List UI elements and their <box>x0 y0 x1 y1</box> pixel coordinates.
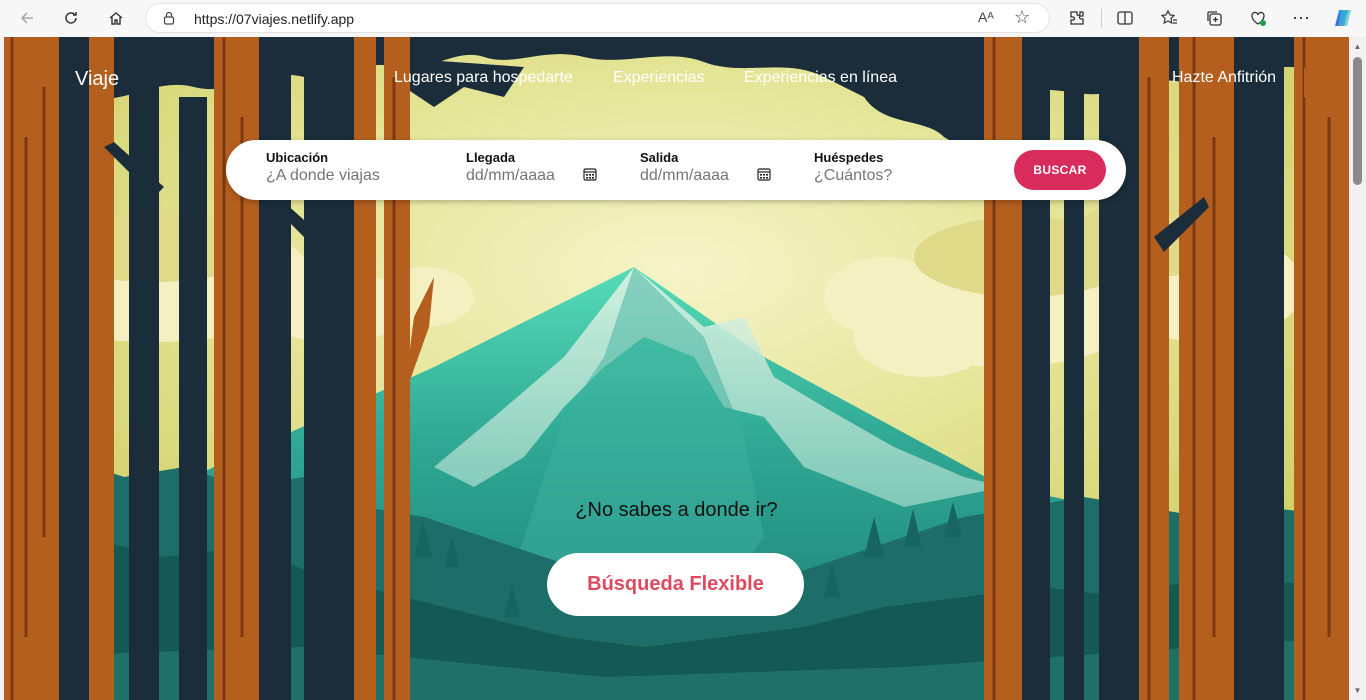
page-scrollbar[interactable]: ▲ ▼ <box>1349 37 1366 700</box>
toolbar-divider <box>1101 9 1102 27</box>
site-logo[interactable]: Viaje <box>75 68 119 91</box>
lock-icon[interactable] <box>162 11 176 25</box>
host-link[interactable]: Hazte Anfitrión <box>1172 69 1276 87</box>
nav-experiencias[interactable]: Experiencias <box>613 69 705 87</box>
read-aloud-icon[interactable]: Aᴬ <box>978 9 994 25</box>
search-bar: Ubicación Llegada Salida Huéspedes BUSCA… <box>226 140 1126 200</box>
favorite-star-icon[interactable]: ☆ <box>1014 7 1030 28</box>
browser-toolbar: https://07viajes.netlify.app Aᴬ ☆ ⋯ <box>0 0 1366 37</box>
url-text[interactable]: https://07viajes.netlify.app <box>194 11 354 27</box>
flexible-search-button[interactable]: Búsqueda Flexible <box>547 553 804 616</box>
home-icon[interactable] <box>103 6 129 30</box>
location-label: Ubicación <box>266 150 329 165</box>
scroll-up-icon[interactable]: ▲ <box>1353 43 1362 51</box>
checkout-label: Salida <box>640 150 679 165</box>
checkin-label: Llegada <box>466 150 516 165</box>
guests-input[interactable] <box>814 167 964 185</box>
nav-experiencias-en-linea[interactable]: Experiencias en línea <box>744 69 897 87</box>
refresh-icon[interactable] <box>58 6 84 30</box>
more-options-icon[interactable]: ⋯ <box>1290 7 1312 29</box>
search-button[interactable]: BUSCAR <box>1014 150 1106 190</box>
favorites-icon[interactable] <box>1158 7 1180 29</box>
back-icon[interactable] <box>14 6 40 30</box>
hero-question: ¿No sabes a donde ir? <box>575 499 778 521</box>
checkout-input[interactable] <box>640 167 750 185</box>
checkin-input[interactable] <box>466 167 576 185</box>
browser-essentials-icon[interactable] <box>1247 7 1269 29</box>
nav-lugares[interactable]: Lugares para hospedarte <box>394 69 573 87</box>
location-input[interactable] <box>266 167 436 185</box>
address-bar[interactable]: https://07viajes.netlify.app Aᴬ ☆ <box>145 3 1050 33</box>
location-field: Ubicación <box>266 150 436 185</box>
scroll-down-icon[interactable]: ▼ <box>1353 687 1362 695</box>
checkin-calendar-icon[interactable] <box>583 167 597 181</box>
page-viewport: Viaje Lugares para hospedarte Experienci… <box>4 37 1349 700</box>
copilot-icon[interactable] <box>1332 7 1354 29</box>
collections-icon[interactable] <box>1203 7 1225 29</box>
guests-label: Huéspedes <box>814 150 884 165</box>
guests-field: Huéspedes <box>814 150 964 185</box>
checkout-calendar-icon[interactable] <box>757 167 771 181</box>
scrollbar-thumb[interactable] <box>1353 57 1362 185</box>
split-screen-icon[interactable] <box>1114 7 1136 29</box>
checkin-field: Llegada <box>466 150 576 185</box>
checkout-field: Salida <box>640 150 750 185</box>
extensions-icon[interactable] <box>1066 7 1088 29</box>
